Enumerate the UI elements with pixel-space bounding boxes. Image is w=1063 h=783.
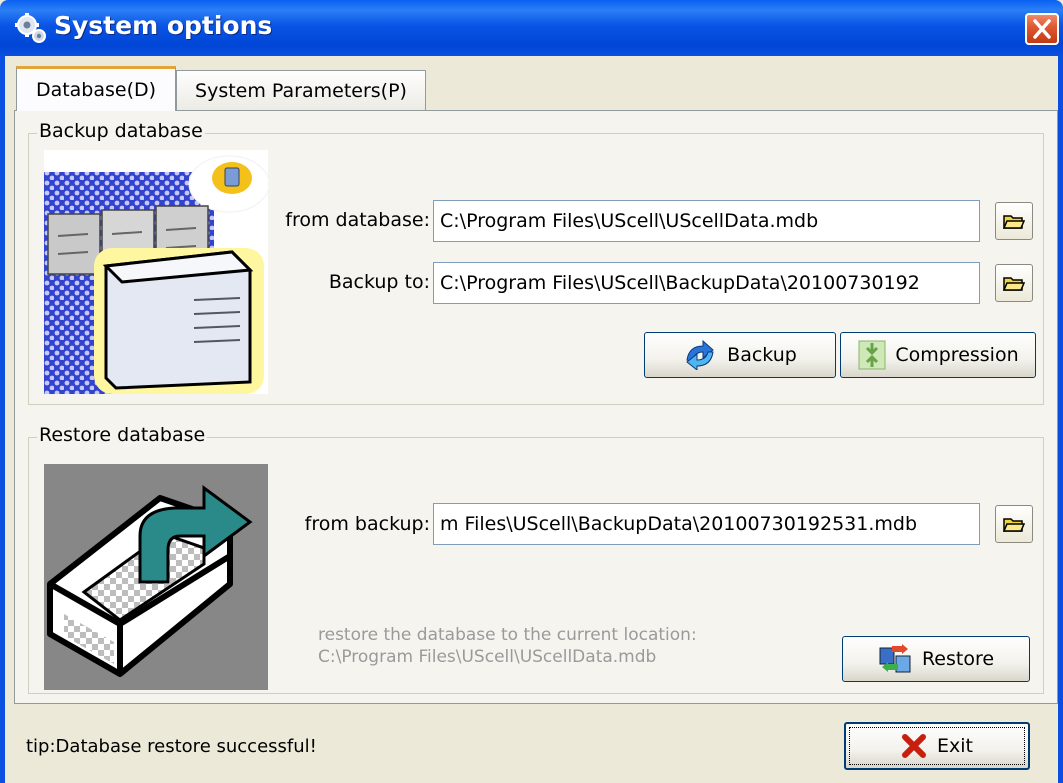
- restore-note-line1: restore the database to the current loca…: [318, 625, 697, 645]
- restore-icon: [879, 644, 911, 673]
- folder-open-icon: [1003, 518, 1025, 532]
- browse-from-backup-button[interactable]: [995, 505, 1033, 543]
- exit-button[interactable]: Exit: [844, 722, 1030, 770]
- exit-button-label: Exit: [937, 735, 973, 757]
- backup-servers-illustration: [44, 150, 268, 394]
- compression-button[interactable]: Compression: [840, 332, 1036, 378]
- restore-group-title: Restore database: [37, 424, 208, 446]
- exit-x-icon: [902, 734, 926, 758]
- from-database-label: from database:: [285, 209, 430, 231]
- browse-from-database-button[interactable]: [995, 202, 1033, 240]
- from-database-field[interactable]: C:\Program Files\UScell\UScellData.mdb: [433, 200, 980, 242]
- close-button[interactable]: [1025, 13, 1059, 45]
- backup-group-title: Backup database: [37, 120, 205, 142]
- restore-button-label: Restore: [921, 648, 995, 670]
- settings-gears-icon: [15, 13, 46, 43]
- close-icon: [1033, 19, 1051, 39]
- title-bar[interactable]: System options: [0, 0, 1063, 56]
- browse-backup-to-button[interactable]: [995, 264, 1033, 302]
- restore-button[interactable]: Restore: [842, 636, 1030, 682]
- restore-location-note: restore the database to the current loca…: [318, 624, 697, 668]
- backup-arrows-icon: [686, 340, 714, 370]
- window-border-right: [1058, 56, 1063, 783]
- window-border-left: [0, 56, 5, 783]
- backup-button-label: Backup: [727, 344, 797, 366]
- tab-database[interactable]: Database(D): [16, 66, 176, 111]
- backup-button[interactable]: Backup: [644, 332, 836, 378]
- from-backup-field[interactable]: m Files\UScell\BackupData\20100730192531…: [433, 503, 980, 545]
- folder-open-icon: [1003, 215, 1025, 229]
- tab-system-parameters[interactable]: System Parameters(P): [176, 70, 426, 110]
- from-backup-label: from backup:: [304, 513, 430, 535]
- restore-disk-illustration: [44, 464, 268, 690]
- system-options-window: System options Database(D) System Parame…: [0, 0, 1063, 783]
- compression-icon: [858, 340, 886, 370]
- backup-to-label: Backup to:: [328, 271, 430, 293]
- status-tip: tip:Database restore successful!: [26, 736, 317, 757]
- window-title: System options: [54, 11, 273, 40]
- folder-open-icon: [1003, 277, 1025, 291]
- backup-to-field[interactable]: C:\Program Files\UScell\BackupData\20100…: [433, 262, 980, 304]
- compression-button-label: Compression: [895, 344, 1019, 366]
- restore-note-line2: C:\Program Files\UScell\UScellData.mdb: [318, 647, 657, 667]
